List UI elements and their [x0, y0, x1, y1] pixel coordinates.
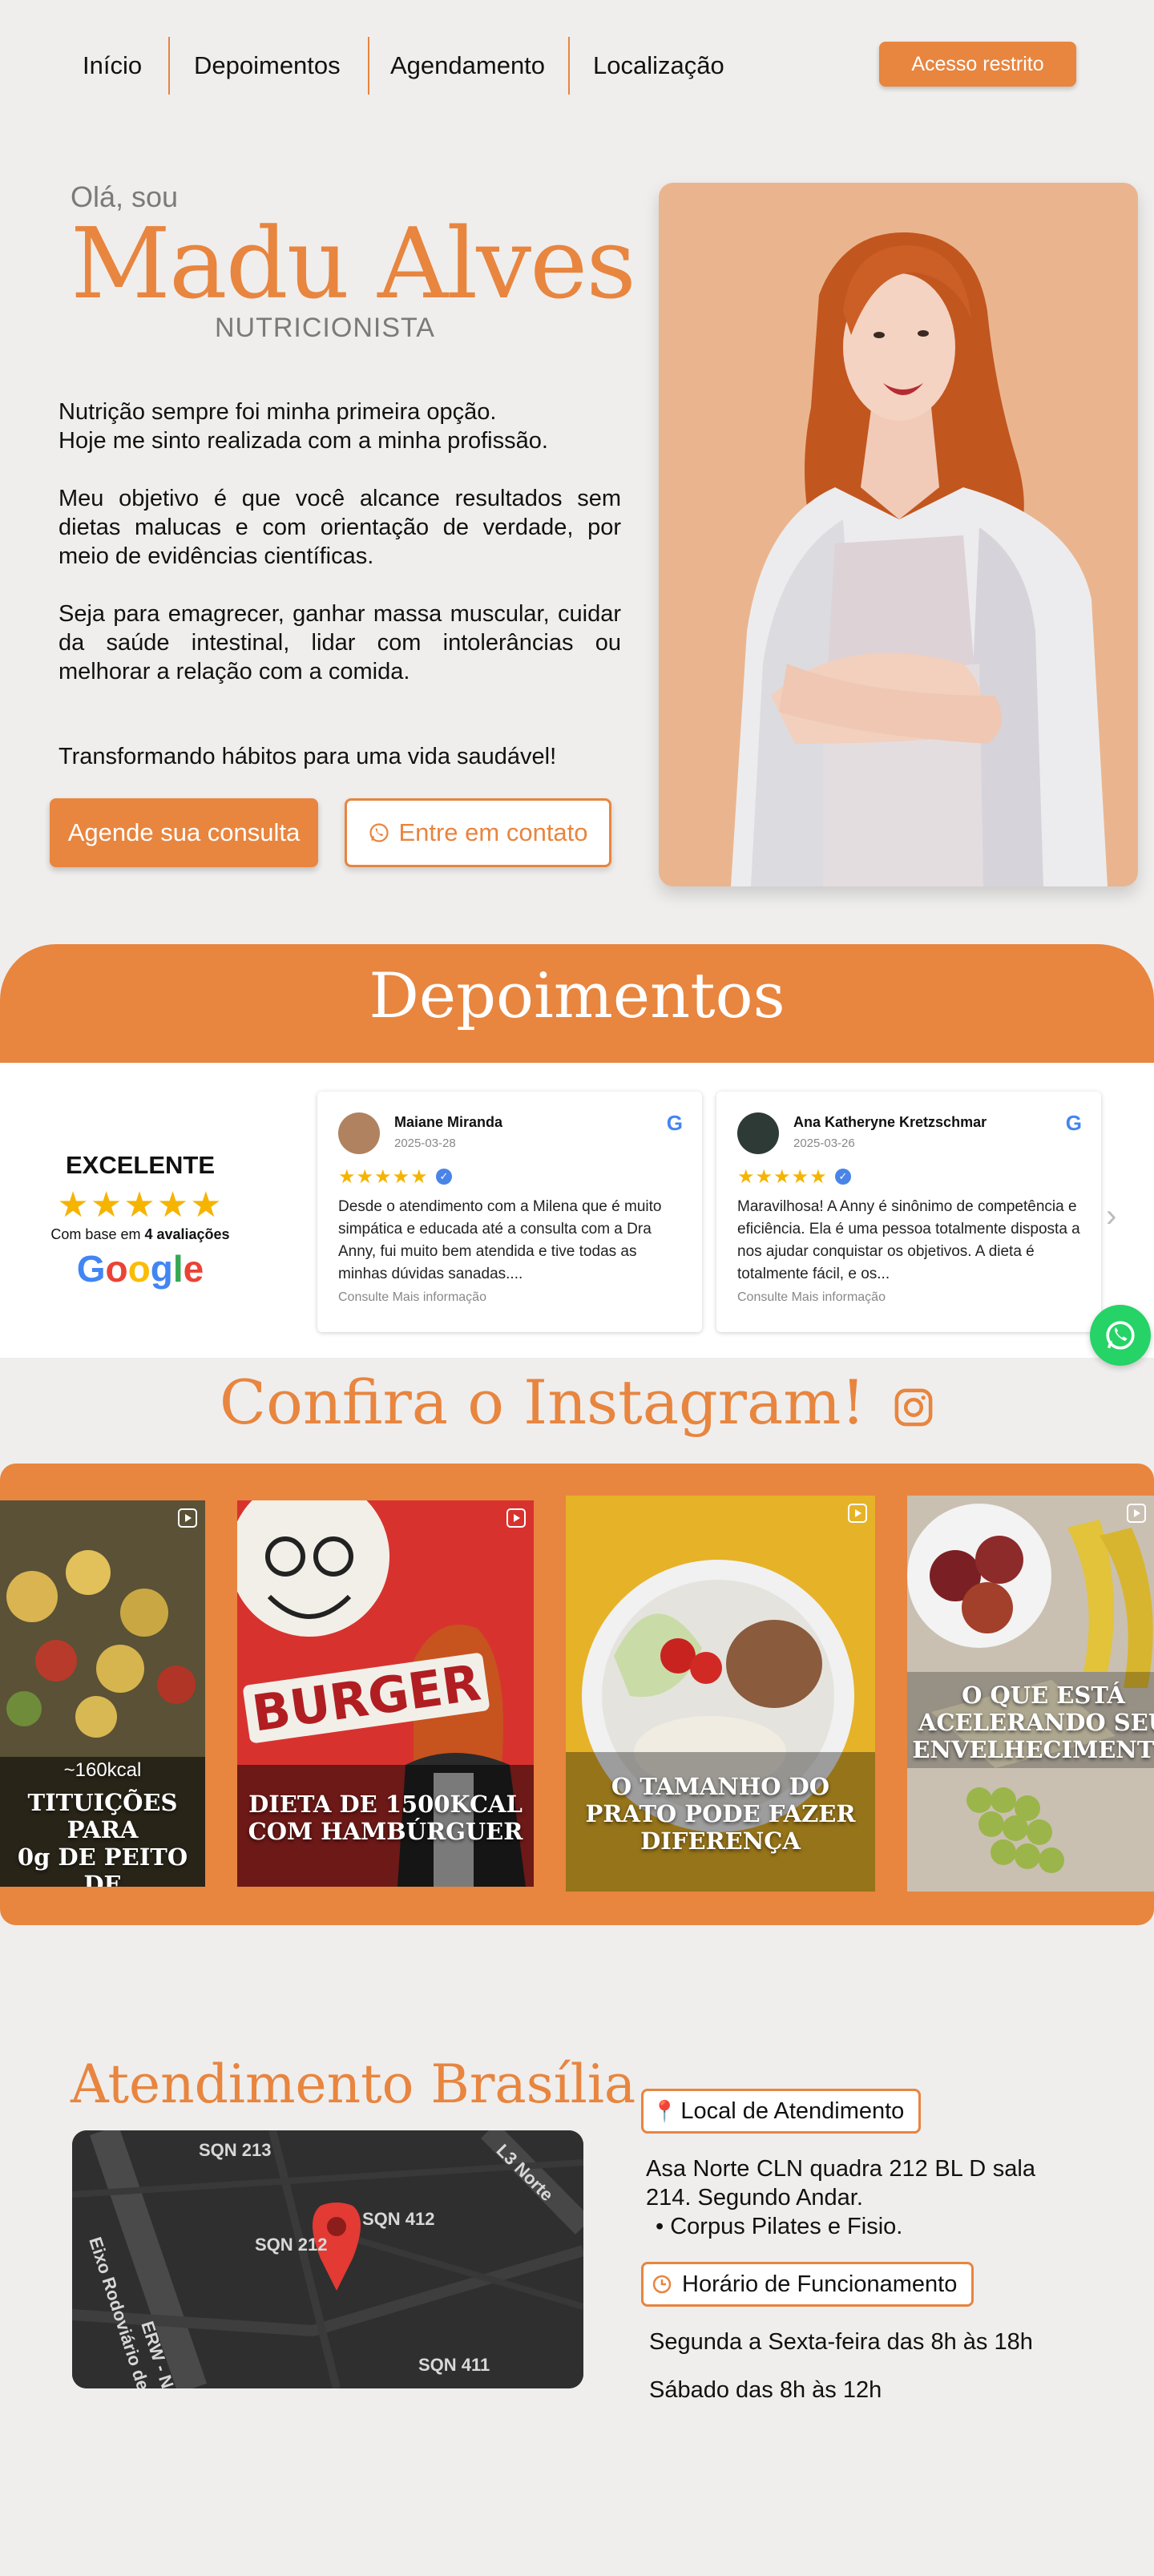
nav-divider	[168, 37, 170, 95]
google-g-icon: G	[666, 1111, 683, 1135]
post-kcal: ~160kcal	[63, 1759, 142, 1781]
place-label: Local de Atendimento	[680, 2098, 905, 2124]
reel-icon	[1127, 1504, 1146, 1523]
google-g-icon: G	[1065, 1111, 1082, 1135]
hero-name: Madu Alves	[71, 207, 636, 321]
hero-bio-1: Nutrição sempre foi minha primeira opção…	[59, 398, 621, 455]
hours-label-badge: Horário de Funcionamento	[641, 2262, 974, 2307]
post-caption: DIETA DE 1500KCAL COM HAMBÚRGUER	[248, 1791, 523, 1845]
nav-localizacao[interactable]: Localização	[593, 35, 724, 96]
location-map[interactable]: SQN 213 SQN 412 SQN 212 SQN 411 L3 Norte…	[72, 2130, 583, 2388]
rating-word: EXCELENTE	[65, 1151, 216, 1179]
hero-bio-line: Hoje me sinto realizada com a minha prof…	[59, 428, 548, 454]
post-caption: TITUIÇÕES PARA 0g DE PEITO DE FRANGO	[17, 1789, 188, 1887]
review-more-link[interactable]: Consulte Mais informação	[737, 1290, 886, 1305]
hero-tagline: Transformando hábitos para uma vida saud…	[59, 744, 557, 769]
contact-button-label: Entre em contato	[398, 818, 588, 846]
review-card[interactable]: Maiane Miranda 2025-03-28 G ★★★★★ ✓ Desd…	[317, 1092, 702, 1332]
hero-bio-2: Meu objetivo é que você alcance resultad…	[59, 486, 621, 569]
nav-divider	[568, 37, 570, 95]
map-label: SQN 411	[418, 2355, 490, 2375]
avatar	[338, 1112, 380, 1154]
instagram-icon[interactable]	[893, 1387, 934, 1428]
review-card[interactable]: Ana Katheryne Kretzschmar 2025-03-26 G ★…	[716, 1092, 1101, 1332]
review-date: 2025-03-26	[793, 1137, 855, 1150]
hours-label: Horário de Funcionamento	[682, 2271, 958, 2297]
nav-inicio[interactable]: Início	[83, 35, 142, 96]
whatsapp-float-button[interactable]	[1090, 1305, 1151, 1366]
instagram-title-text: Confira o Instagram!	[219, 1367, 866, 1438]
review-author: Ana Katheryne Kretzschmar	[793, 1114, 987, 1130]
address-text: Asa Norte CLN quadra 212 BL D sala 214. …	[646, 2156, 1035, 2211]
reel-icon	[848, 1504, 867, 1523]
hours-weekdays: Segunda a Sexta-feira das 8h às 18h	[649, 2329, 1033, 2355]
google-logo: Google	[76, 1248, 204, 1290]
rating-based-prefix: Com base em	[50, 1226, 141, 1242]
whatsapp-icon	[369, 823, 389, 842]
instagram-post[interactable]: ~160kcal TITUIÇÕES PARA 0g DE PEITO DE F…	[0, 1500, 205, 1887]
nav-agendamento[interactable]: Agendamento	[390, 35, 545, 96]
review-date: 2025-03-28	[394, 1137, 456, 1150]
reel-icon	[506, 1508, 526, 1528]
map-label: SQN 212	[255, 2235, 328, 2255]
review-more-link[interactable]: Consulte Mais informação	[338, 1290, 486, 1305]
whatsapp-icon	[1106, 1321, 1135, 1350]
review-text: Maravilhosa! A Anny é sinônimo de compet…	[737, 1198, 1080, 1282]
review-stars-icon: ★★★★★	[737, 1166, 828, 1188]
location-pin-icon: 📍	[652, 2098, 678, 2123]
review-stars-icon: ★★★★★	[338, 1166, 429, 1188]
address-bullet: • Corpus Pilates e Fisio.	[656, 2212, 902, 2241]
schedule-consult-button[interactable]: Agende sua consulta	[50, 798, 318, 867]
instagram-title: Confira o Instagram!	[0, 1367, 1154, 1438]
clock-icon	[652, 2275, 672, 2294]
review-text: Desde o atendimento com a Milena que é m…	[338, 1198, 662, 1282]
instagram-post[interactable]: O QUE ESTÁ ACELERANDO SEU ENVELHECIMENTO	[907, 1496, 1154, 1892]
location-title: Atendimento Brasília	[71, 2053, 636, 2115]
address-bullet-text: Corpus Pilates e Fisio.	[670, 2214, 903, 2239]
post-caption: O QUE ESTÁ ACELERANDO SEU ENVELHECIMENTO	[912, 1682, 1154, 1763]
reel-icon	[178, 1508, 197, 1528]
review-author: Maiane Miranda	[394, 1114, 503, 1130]
rating-stars-icon: ★★★★★	[57, 1185, 224, 1225]
contact-button[interactable]: Entre em contato	[345, 798, 611, 867]
hours-saturday: Sábado das 8h às 12h	[649, 2377, 882, 2403]
post-caption: O TAMANHO DO PRATO PODE FAZER DIFERENÇA	[585, 1773, 856, 1855]
testimonials-title: Depoimentos	[369, 960, 785, 1032]
instagram-post[interactable]: BURGER DIETA DE 1500KCAL COM HAMBÚRGUER	[237, 1500, 534, 1887]
verified-icon: ✓	[436, 1169, 452, 1185]
rating-count: 4 avaliações	[144, 1226, 230, 1242]
place-label-badge: 📍 Local de Atendimento	[641, 2089, 922, 2134]
nav-divider	[368, 37, 369, 95]
hero-bio-line: Nutrição sempre foi minha primeira opção…	[59, 399, 497, 425]
hero-bio-3: Seja para emagrecer, ganhar massa muscul…	[59, 601, 621, 684]
nav-depoimentos[interactable]: Depoimentos	[194, 35, 341, 96]
chevron-right-icon[interactable]: ›	[1106, 1198, 1116, 1234]
restricted-access-button[interactable]: Acesso restrito	[879, 42, 1076, 87]
map-label: SQN 213	[199, 2140, 272, 2160]
hero-role: NUTRICIONISTA	[215, 313, 435, 343]
avatar	[737, 1112, 779, 1154]
map-label: SQN 412	[362, 2209, 435, 2229]
nutritionist-photo	[659, 183, 1138, 886]
bullet-dot: •	[656, 2214, 671, 2239]
instagram-post[interactable]: O TAMANHO DO PRATO PODE FAZER DIFERENÇA	[566, 1496, 875, 1892]
verified-icon: ✓	[835, 1169, 851, 1185]
rating-based-on: Com base em 4 avaliações	[32, 1226, 248, 1243]
